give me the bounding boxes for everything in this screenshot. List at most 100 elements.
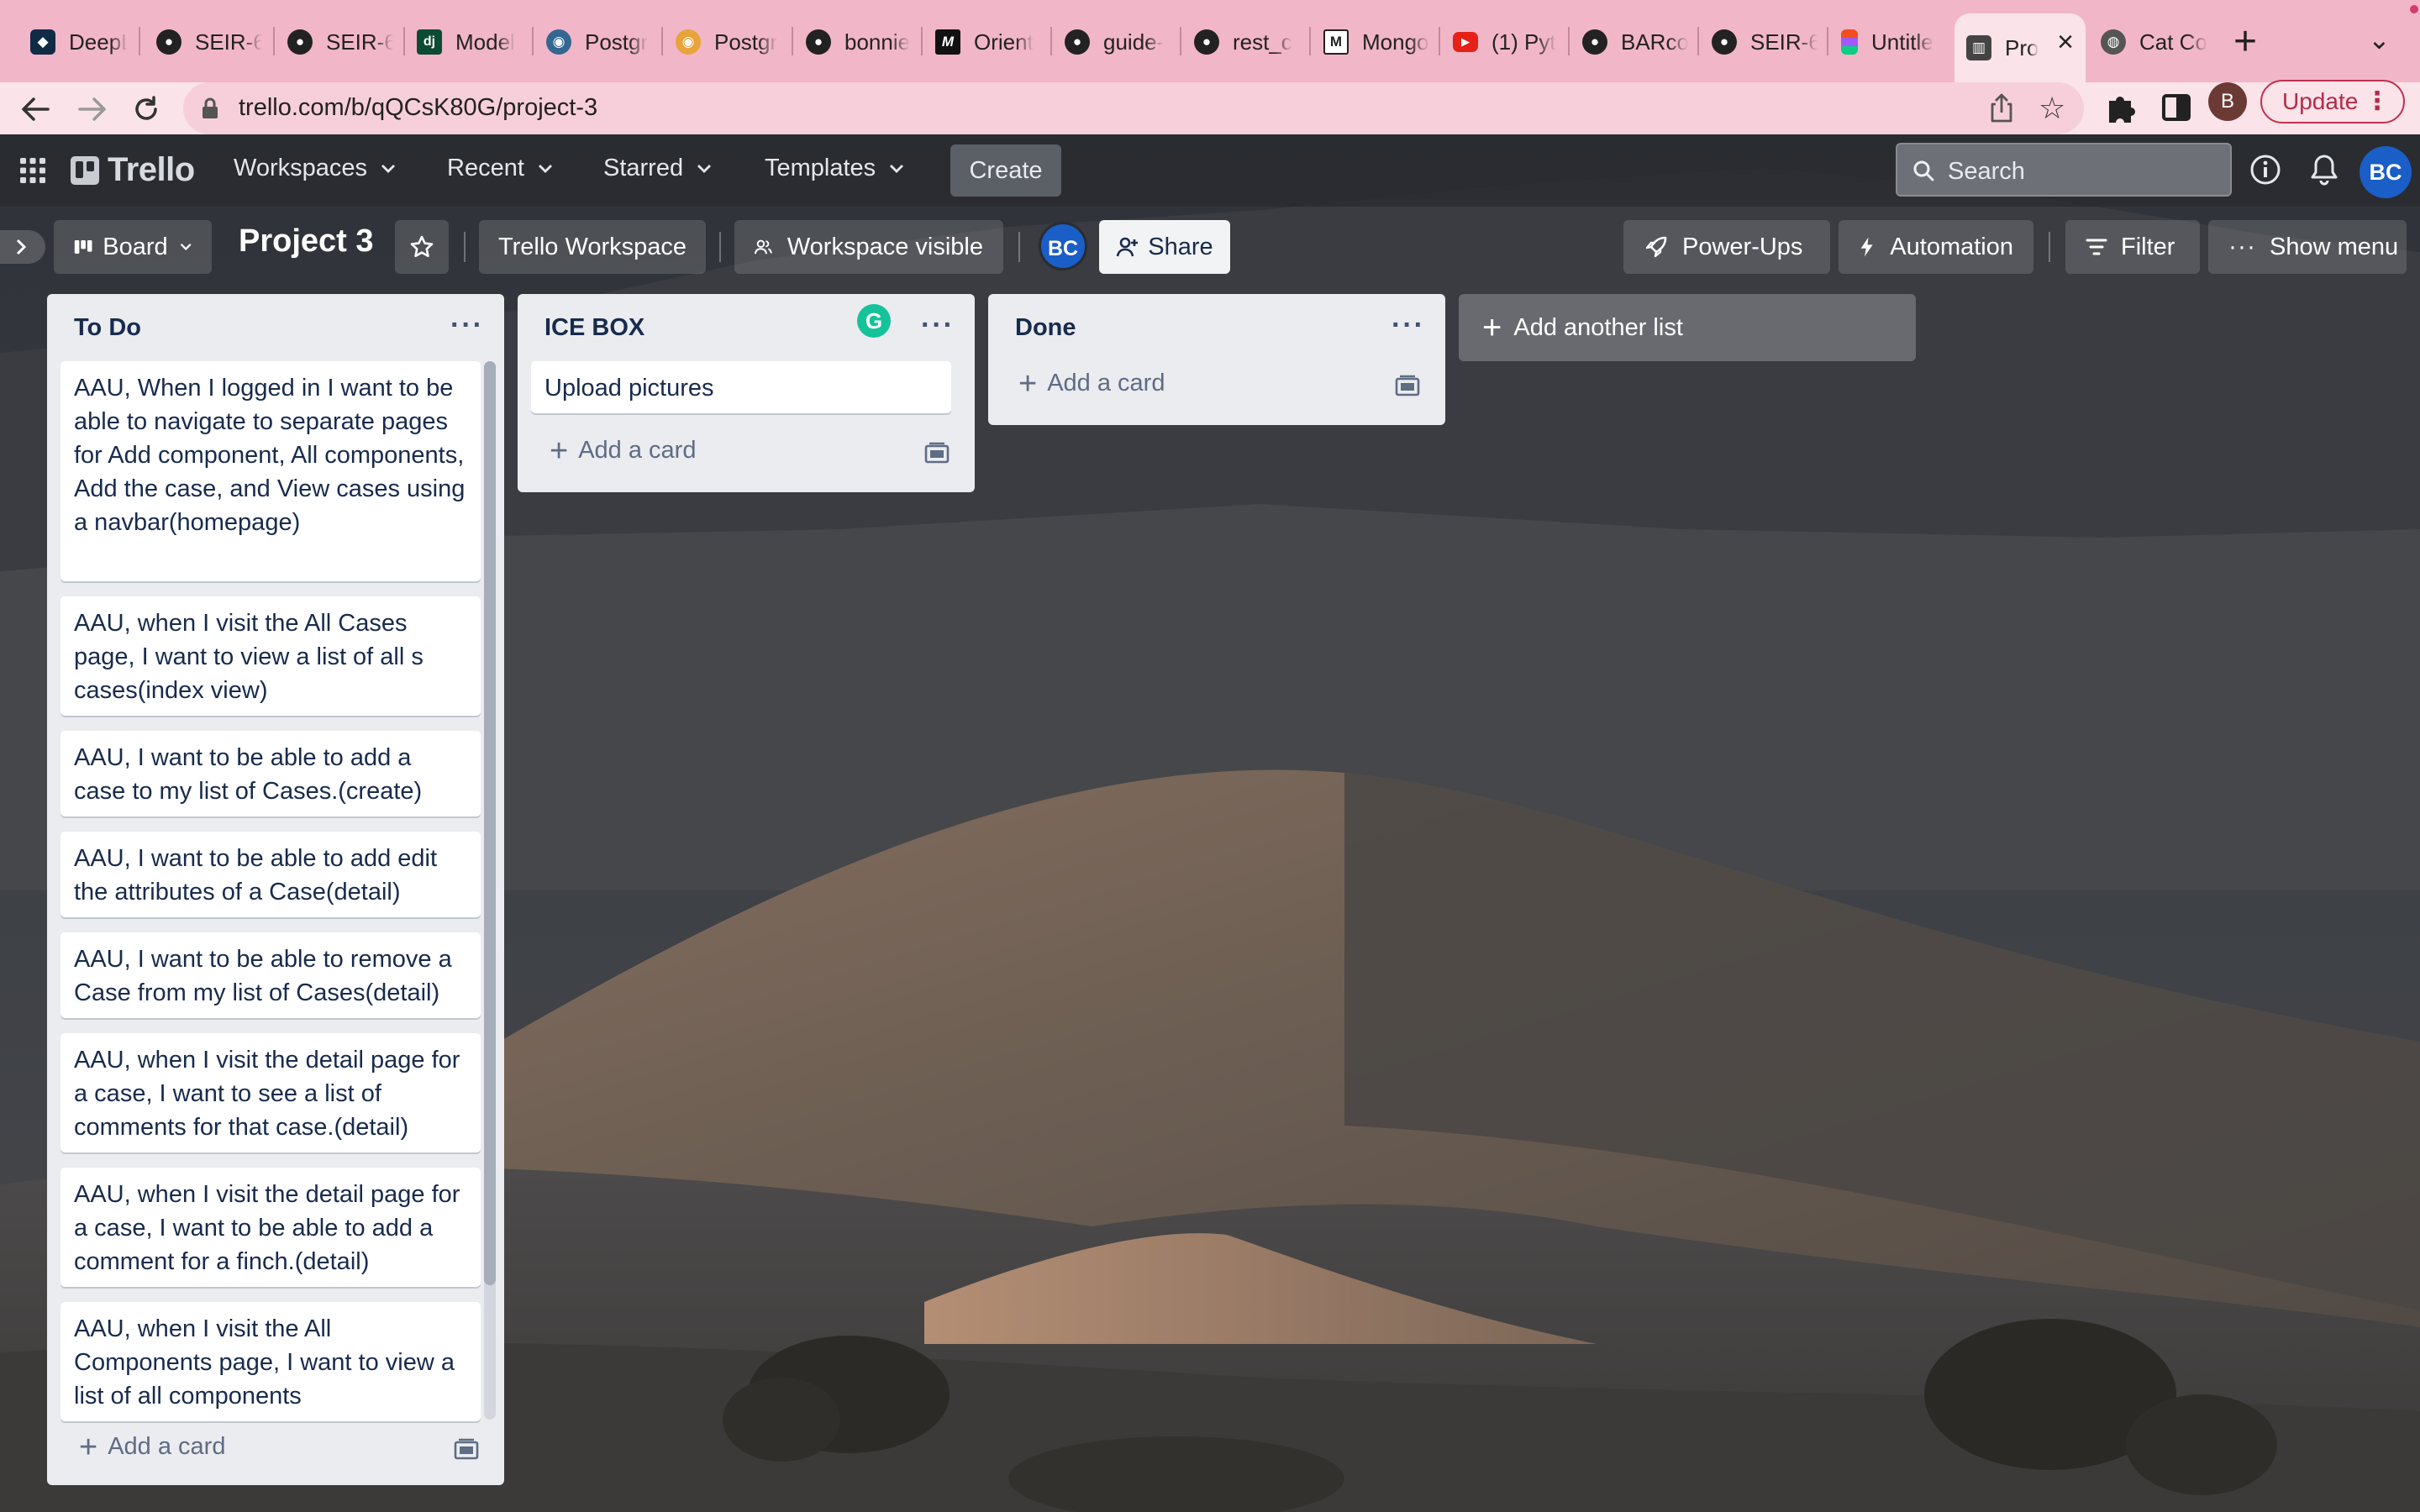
youtube-icon: ▶ [1453, 32, 1478, 52]
share-page-icon[interactable] [1986, 92, 2018, 124]
add-card-button[interactable]: + Add a card [550, 435, 696, 467]
add-card-button[interactable]: + Add a card [79, 1431, 226, 1463]
add-card-button[interactable]: + Add a card [1018, 368, 1165, 400]
browser-tab[interactable]: M Mongo [1312, 15, 1429, 69]
templates-menu[interactable]: Templates [765, 155, 904, 182]
chevron-down-icon [381, 164, 396, 173]
board-view-label: Board [103, 233, 168, 260]
extensions-puzzle-icon[interactable] [2102, 89, 2139, 126]
card[interactable]: AAU, I want to be able to remove a Case … [60, 932, 481, 1018]
bookmark-star-icon[interactable]: ☆ [2039, 91, 2065, 126]
list-actions-icon[interactable]: ··· [450, 309, 484, 342]
forward-icon[interactable] [71, 87, 114, 131]
browser-tab[interactable]: M Orient [923, 15, 1041, 69]
github-icon: ● [156, 29, 182, 55]
browser-tab[interactable]: ● SEIR-6 [1700, 15, 1818, 69]
browser-tab[interactable]: Untitle [1829, 15, 1947, 69]
user-avatar[interactable]: BC [2360, 146, 2412, 198]
tab-title: Orient [974, 29, 1034, 55]
card[interactable]: AAU, When I logged in I want to be able … [60, 361, 481, 581]
starred-menu[interactable]: Starred [603, 155, 712, 182]
tab-title: Postgr [714, 29, 778, 55]
header-divider [1018, 232, 1020, 262]
new-tab-button[interactable]: + [2233, 17, 2257, 67]
address-bar[interactable]: trello.com/b/qQCsK80G/project-3 ☆ [183, 82, 2084, 134]
browser-tab[interactable]: ◆ DeepL [18, 15, 128, 69]
star-icon [410, 235, 434, 257]
automation-button[interactable]: Automation [1839, 220, 2033, 274]
lock-icon[interactable] [202, 97, 218, 119]
card-template-icon[interactable] [924, 442, 950, 464]
card[interactable]: AAU, when I visit the detail page for a … [60, 1168, 481, 1287]
app-switcher-grid-icon[interactable] [18, 156, 47, 185]
update-button[interactable]: Update ⋮ [2260, 80, 2405, 123]
board-view-switcher[interactable]: Board [54, 220, 212, 274]
tab-search-chevron-icon[interactable]: ⌄ [2368, 24, 2391, 55]
workspace-button[interactable]: Trello Workspace [479, 220, 706, 274]
board-title[interactable]: Project 3 [239, 223, 374, 260]
card[interactable]: AAU, when I visit the detail page for a … [60, 1033, 481, 1152]
tab-separator [139, 27, 140, 55]
browser-tab[interactable]: ● SEIR-6 [276, 15, 393, 69]
tab-separator [273, 27, 275, 55]
browser-tab[interactable]: ● BARco [1570, 15, 1688, 69]
browser-profile-avatar[interactable]: B [2208, 82, 2247, 121]
power-ups-button[interactable]: Power-Ups [1623, 220, 1830, 274]
card[interactable]: AAU, when I visit the All Components pag… [60, 1302, 481, 1421]
back-icon[interactable] [13, 87, 57, 131]
browser-tab[interactable]: ◉ Postgr [534, 15, 652, 69]
list-title[interactable]: ICE BOX [544, 314, 644, 342]
notifications-bell-icon[interactable] [2309, 153, 2339, 186]
member-avatar[interactable]: BC [1039, 222, 1087, 270]
browser-tab[interactable]: ▶ (1) Pyt [1441, 15, 1567, 69]
create-button[interactable]: Create [950, 144, 1061, 197]
browser-tab-active[interactable]: ▥ Pro × [1954, 13, 2086, 82]
trello-logo[interactable]: Trello [71, 151, 195, 189]
add-list-label: Add another list [1513, 313, 1683, 341]
info-icon[interactable] [2249, 153, 2282, 186]
url-text[interactable]: trello.com/b/qQCsK80G/project-3 [239, 94, 597, 122]
tab-title: Mongo [1362, 29, 1429, 55]
add-card-label: Add a card [1047, 370, 1165, 396]
visibility-button[interactable]: Workspace visible [734, 220, 1003, 274]
list-to-do: To Do ··· AAU, When I logged in I want t… [47, 294, 504, 1485]
postgres-icon: ◉ [546, 29, 571, 55]
tab-title: bonnie [844, 29, 911, 55]
add-another-list-button[interactable]: + Add another list [1459, 294, 1916, 361]
browser-tab[interactable]: ● guide- [1053, 15, 1171, 69]
browser-tab[interactable]: ● rest_c [1182, 15, 1300, 69]
close-tab-icon[interactable]: × [2057, 26, 2074, 59]
tab-separator [1309, 27, 1311, 55]
card[interactable]: AAU, when I visit the All Cases page, I … [60, 596, 481, 716]
chevron-down-icon [538, 164, 552, 173]
list-title[interactable]: To Do [74, 314, 141, 342]
star-board-button[interactable] [395, 220, 449, 274]
share-board-button[interactable]: Share [1099, 220, 1230, 274]
browser-tab[interactable]: ● bonnie [794, 15, 912, 69]
card-template-icon[interactable] [454, 1438, 479, 1460]
card[interactable]: Upload pictures [531, 361, 951, 413]
add-card-label: Add a card [108, 1433, 226, 1460]
list-actions-icon[interactable]: ··· [921, 309, 955, 342]
card-template-icon[interactable] [1395, 375, 1420, 396]
browser-tab[interactable]: ● SEIR-6 [145, 15, 262, 69]
reload-icon[interactable] [124, 87, 168, 131]
card[interactable]: AAU, I want to be able to add edit the a… [60, 832, 481, 917]
workspaces-menu[interactable]: Workspaces [234, 155, 396, 182]
list-actions-icon[interactable]: ··· [1392, 309, 1425, 342]
card[interactable]: AAU, I want to be able to add a case to … [60, 731, 481, 816]
chevron-right-icon [16, 239, 27, 255]
medium-icon: M [935, 29, 960, 55]
browser-tab[interactable]: ◉ Postgr [664, 15, 781, 69]
show-menu-button[interactable]: ··· Show menu [2208, 220, 2407, 274]
search-input[interactable]: Search [1896, 143, 2232, 197]
browser-tab[interactable]: ◍ Cat Co [2089, 15, 2215, 69]
expand-sidebar-button[interactable] [0, 230, 45, 264]
grammarly-extension-icon[interactable]: G [857, 304, 891, 338]
browser-tab[interactable]: dj Model [405, 15, 523, 69]
filter-button[interactable]: Filter [2065, 220, 2200, 274]
side-panel-icon[interactable] [2160, 91, 2193, 124]
list-title[interactable]: Done [1015, 314, 1076, 342]
list-scrollbar-thumb[interactable] [484, 361, 496, 1285]
recent-menu[interactable]: Recent [447, 155, 553, 182]
